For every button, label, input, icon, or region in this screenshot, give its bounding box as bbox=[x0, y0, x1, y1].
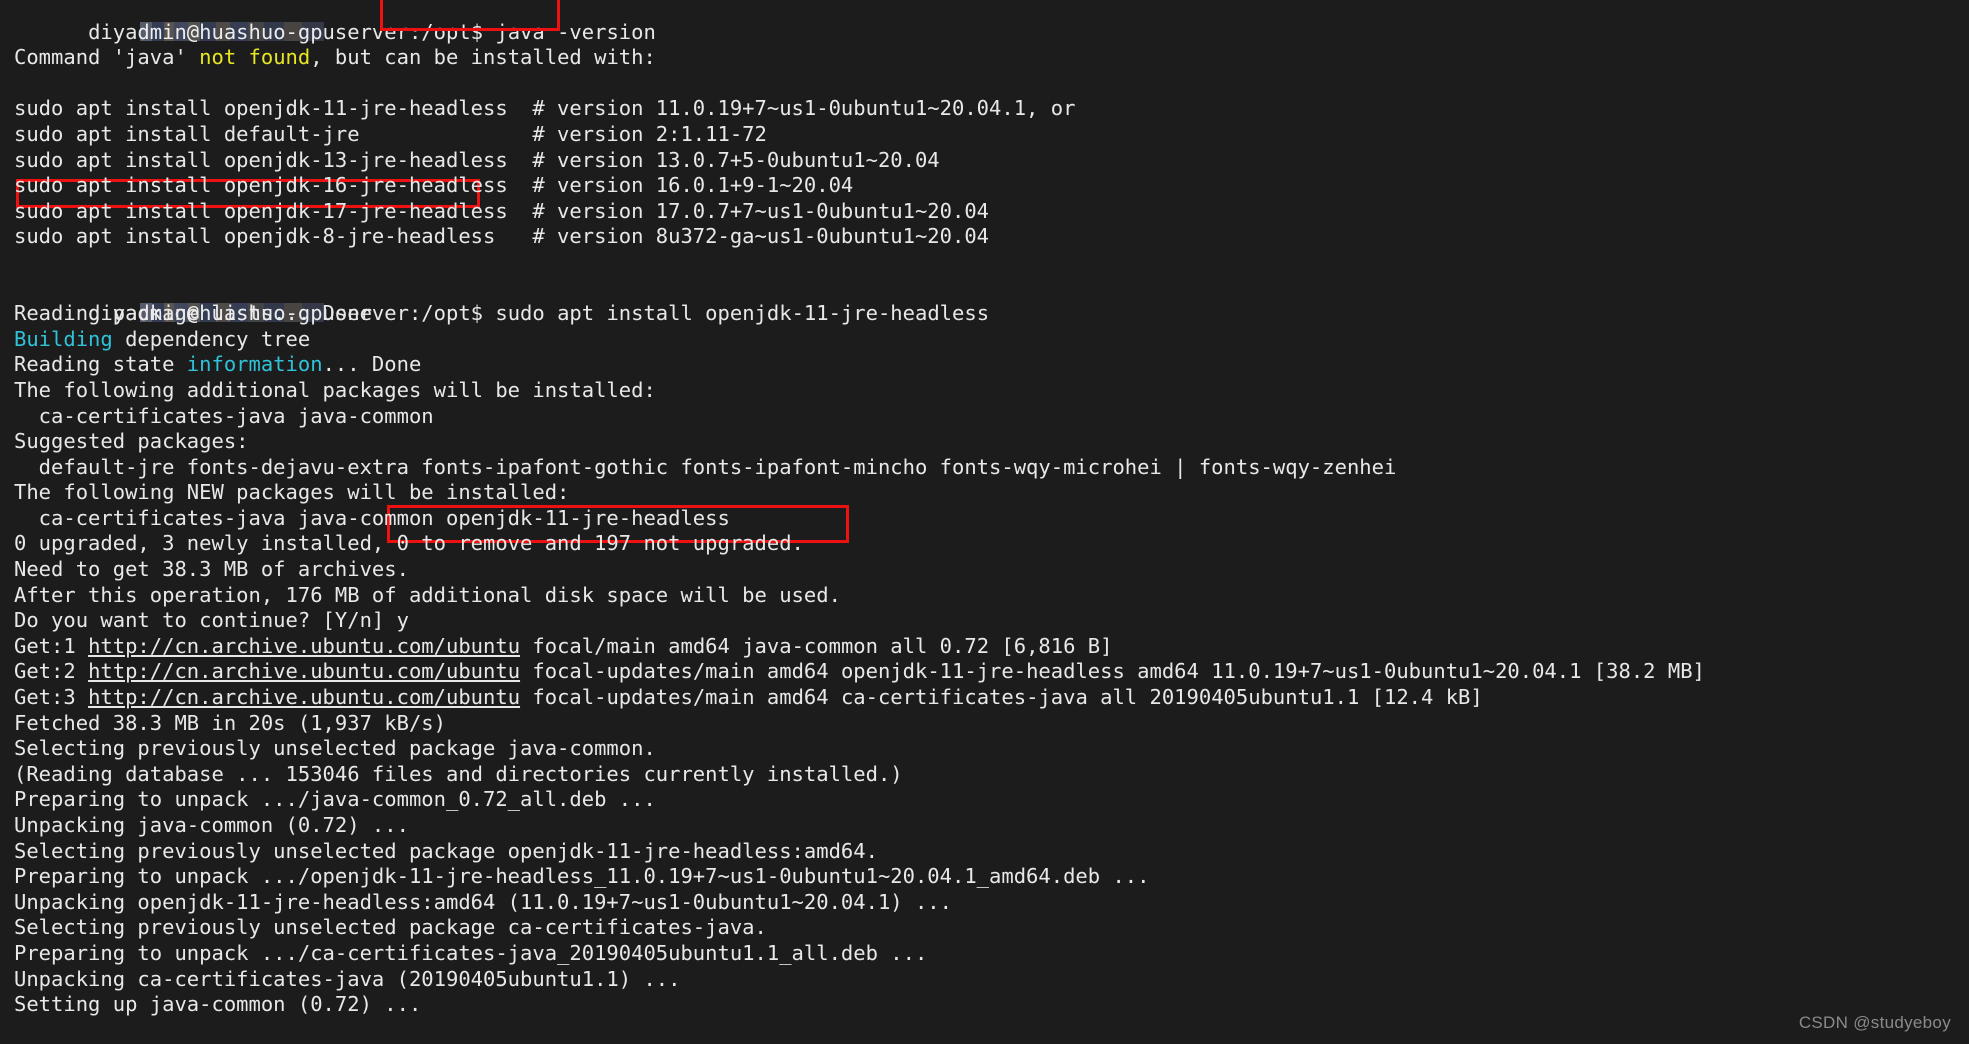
shell-prompt-text: diyadmin@huashuo-gpuserver:/opt$ bbox=[88, 19, 496, 44]
terminal-line-selecting-openjdk: Selecting previously unselected package … bbox=[14, 839, 1969, 865]
suggest-default-jre-text: sudo apt install default-jre # version 2… bbox=[14, 121, 767, 146]
need-to-get-text: Need to get 38.3 MB of archives. bbox=[14, 557, 409, 582]
terminal-line-suggest-default-jre: sudo apt install default-jre # version 2… bbox=[14, 122, 1969, 148]
terminal-line-reading-state-information: Reading state information... Done bbox=[14, 352, 1969, 378]
not-found-suffix: , but can be installed with: bbox=[310, 45, 656, 70]
get-1-url-link[interactable]: http://cn.archive.ubuntu.com/ubuntu bbox=[88, 634, 520, 658]
selecting-java-common-text: Selecting previously unselected package … bbox=[14, 736, 656, 761]
terminal-line-prompt-apt-install: diyadmin@huashuo-gpuserver:/opt$ sudo ap… bbox=[14, 276, 1969, 543]
terminal-line-get-2: Get:2 http://cn.archive.ubuntu.com/ubunt… bbox=[14, 659, 1969, 685]
terminal-line-setting-up-java-common: Setting up java-common (0.72) ... bbox=[14, 992, 1969, 1018]
terminal-line-selecting-java-common: Selecting previously unselected package … bbox=[14, 736, 1969, 762]
terminal-line-suggest-openjdk-16: sudo apt install openjdk-16-jre-headless… bbox=[14, 173, 1969, 199]
terminal-line-upgrade-summary: 0 upgraded, 3 newly installed, 0 to remo… bbox=[14, 531, 1969, 557]
terminal-line-selecting-ca-certificates: Selecting previously unselected package … bbox=[14, 915, 1969, 941]
additional-packages-header-text: The following additional packages will b… bbox=[14, 377, 656, 402]
terminal-output-area: diyadmin@huashuo-gpuserver:/opt$ java -v… bbox=[14, 0, 1969, 1018]
terminal-line-prompt-java-version: diyadmin@huashuo-gpuserver:/opt$ java -v… bbox=[14, 0, 1969, 44]
command-java-version: java -version bbox=[495, 19, 656, 44]
suggest-openjdk-17-text: sudo apt install openjdk-17-jre-headless… bbox=[14, 198, 990, 223]
suggest-openjdk-11-text: sudo apt install openjdk-11-jre-headless… bbox=[14, 96, 1076, 121]
terminal-line-suggested-packages-list: default-jre fonts-dejavu-extra fonts-ipa… bbox=[14, 455, 1969, 481]
terminal-line-additional-packages-list: ca-certificates-java java-common bbox=[14, 404, 1969, 430]
preparing-java-common-text: Preparing to unpack .../java-common_0.72… bbox=[14, 787, 656, 812]
get-1-prefix: Get:1 bbox=[14, 633, 89, 658]
suggested-packages-list-text: default-jre fonts-dejavu-extra fonts-ipa… bbox=[14, 454, 1397, 479]
unpacking-openjdk-text: Unpacking openjdk-11-jre-headless:amd64 … bbox=[14, 889, 952, 914]
preparing-ca-certificates-text: Preparing to unpack .../ca-certificates-… bbox=[14, 940, 928, 965]
terminal-line-continue-prompt: Do you want to continue? [Y/n] y bbox=[14, 608, 1969, 634]
terminal-line-new-packages-list: ca-certificates-java java-common openjdk… bbox=[14, 506, 1969, 532]
terminal-line-fetched: Fetched 38.3 MB in 20s (1,937 kB/s) bbox=[14, 711, 1969, 737]
setting-up-java-common-text: Setting up java-common (0.72) ... bbox=[14, 992, 422, 1017]
suggest-openjdk-8-text: sudo apt install openjdk-8-jre-headless … bbox=[14, 224, 990, 249]
terminal-line-new-packages-header: The following NEW packages will be insta… bbox=[14, 480, 1969, 506]
terminal-line-suggest-openjdk-17: sudo apt install openjdk-17-jre-headless… bbox=[14, 199, 1969, 225]
get-2-prefix: Get:2 bbox=[14, 659, 89, 684]
reading-state-prefix: Reading state bbox=[14, 352, 187, 377]
reading-database-text: (Reading database ... 153046 files and d… bbox=[14, 761, 903, 786]
shell-prompt: diyadmin@huashuo-gpuserver:/opt$ bbox=[88, 19, 496, 46]
terminal-line-need-to-get: Need to get 38.3 MB of archives. bbox=[14, 557, 1969, 583]
not-found-highlight: not found bbox=[199, 45, 311, 70]
continue-prompt-text: Do you want to continue? [Y/n] y bbox=[14, 608, 409, 633]
get-2-suffix: focal-updates/main amd64 openjdk-11-jre-… bbox=[520, 659, 1705, 684]
reading-package-lists-text: Reading package lists... Done bbox=[14, 301, 372, 326]
terminal-line-suggest-openjdk-11: sudo apt install openjdk-11-jre-headless… bbox=[14, 96, 1969, 209]
get-1-suffix: focal/main amd64 java-common all 0.72 [6… bbox=[520, 633, 1113, 658]
terminal-line-suggested-packages-header: Suggested packages: bbox=[14, 429, 1969, 455]
terminal-line-suggest-openjdk-13: sudo apt install openjdk-13-jre-headless… bbox=[14, 148, 1969, 174]
suggested-packages-header-text: Suggested packages: bbox=[14, 429, 249, 454]
terminal-window[interactable]: diyadmin@huashuo-gpuserver:/opt$ java -v… bbox=[0, 0, 1969, 1044]
terminal-line-unpacking-openjdk: Unpacking openjdk-11-jre-headless:amd64 … bbox=[14, 890, 1969, 916]
terminal-line-command-not-found: Command 'java' not found, but can be ins… bbox=[14, 45, 1969, 71]
additional-packages-list-text: ca-certificates-java java-common bbox=[14, 403, 434, 428]
terminal-line-preparing-openjdk: Preparing to unpack .../openjdk-11-jre-h… bbox=[14, 864, 1969, 890]
terminal-line-reading-database: (Reading database ... 153046 files and d… bbox=[14, 762, 1969, 788]
preparing-openjdk-text: Preparing to unpack .../openjdk-11-jre-h… bbox=[14, 864, 1150, 889]
suggest-openjdk-16-text: sudo apt install openjdk-16-jre-headless… bbox=[14, 173, 854, 198]
terminal-line-reading-package-lists: Reading package lists... Done bbox=[14, 301, 1969, 327]
get-2-url-link[interactable]: http://cn.archive.ubuntu.com/ubuntu bbox=[88, 659, 520, 683]
building-keyword: Building bbox=[14, 326, 113, 351]
terminal-line-building-dependency-tree: Building dependency tree bbox=[14, 327, 1969, 353]
upgrade-summary-text: 0 upgraded, 3 newly installed, 0 to remo… bbox=[14, 531, 804, 556]
new-packages-list-text: ca-certificates-java java-common openjdk… bbox=[14, 505, 730, 530]
terminal-line-additional-packages-header: The following additional packages will b… bbox=[14, 378, 1969, 404]
new-packages-header-text: The following NEW packages will be insta… bbox=[14, 480, 570, 505]
reading-state-suffix: ... Done bbox=[322, 352, 422, 377]
get-3-suffix: focal-updates/main amd64 ca-certificates… bbox=[520, 685, 1483, 710]
terminal-line-disk-space: After this operation, 176 MB of addition… bbox=[14, 583, 1969, 609]
not-found-prefix: Command 'java' bbox=[14, 45, 200, 70]
disk-space-text: After this operation, 176 MB of addition… bbox=[14, 582, 841, 607]
terminal-line-unpacking-java-common: Unpacking java-common (0.72) ... bbox=[14, 813, 1969, 839]
dependency-tree-text: dependency tree bbox=[112, 326, 311, 351]
selecting-ca-certificates-text: Selecting previously unselected package … bbox=[14, 915, 767, 940]
terminal-line-preparing-ca-certificates: Preparing to unpack .../ca-certificates-… bbox=[14, 941, 1969, 967]
terminal-line-get-3: Get:3 http://cn.archive.ubuntu.com/ubunt… bbox=[14, 685, 1969, 711]
unpacking-java-common-text: Unpacking java-common (0.72) ... bbox=[14, 813, 409, 837]
get-3-url-link[interactable]: http://cn.archive.ubuntu.com/ubuntu bbox=[88, 685, 520, 709]
fetched-text: Fetched 38.3 MB in 20s (1,937 kB/s) bbox=[14, 710, 446, 735]
suggest-openjdk-13-text: sudo apt install openjdk-13-jre-headless… bbox=[14, 147, 940, 172]
terminal-line-get-1: Get:1 http://cn.archive.ubuntu.com/ubunt… bbox=[14, 634, 1969, 660]
unpacking-ca-certificates-text: Unpacking ca-certificates-java (20190405… bbox=[14, 966, 681, 991]
information-keyword: information bbox=[186, 352, 323, 377]
get-3-prefix: Get:3 bbox=[14, 685, 89, 710]
csdn-watermark: CSDN @studyeboy bbox=[1798, 1013, 1951, 1033]
terminal-line-suggest-openjdk-8: sudo apt install openjdk-8-jre-headless … bbox=[14, 224, 1969, 250]
selecting-openjdk-text: Selecting previously unselected package … bbox=[14, 838, 878, 863]
terminal-line-unpacking-ca-certificates: Unpacking ca-certificates-java (20190405… bbox=[14, 967, 1969, 993]
terminal-line-preparing-java-common: Preparing to unpack .../java-common_0.72… bbox=[14, 787, 1969, 813]
